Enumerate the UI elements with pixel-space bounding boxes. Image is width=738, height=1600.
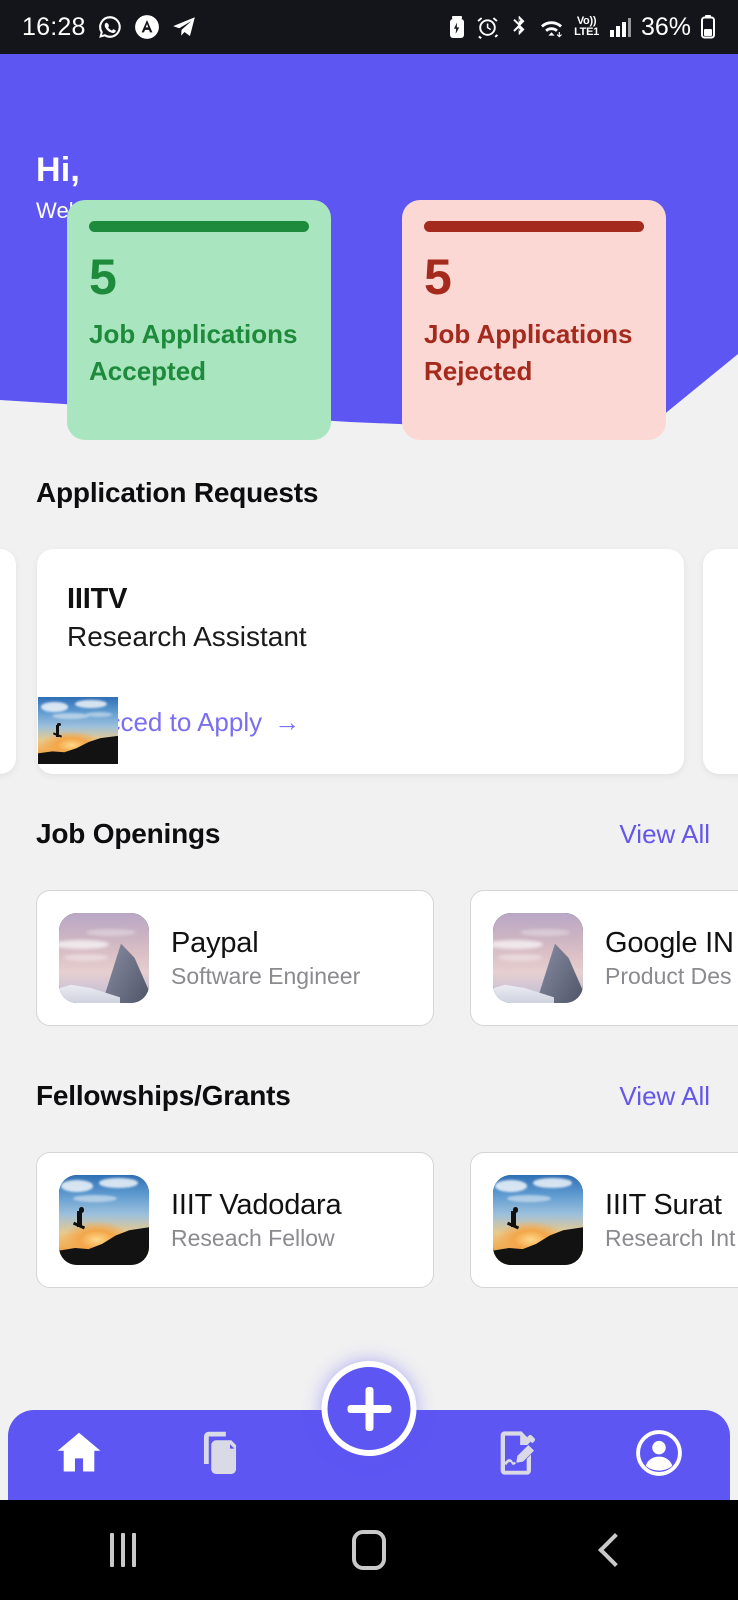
fellowship-tile[interactable]: IIIT Surat Research Int: [470, 1152, 738, 1288]
battery-saver-icon: [447, 15, 467, 39]
bottom-navigation: [0, 1361, 738, 1500]
application-requests-carousel[interactable]: IIITV Research Assistant Procced to Appl…: [0, 549, 738, 774]
nav-item-profile[interactable]: [588, 1410, 730, 1500]
signal-bars-icon: [608, 15, 632, 39]
status-bar-clock: 16:28: [22, 12, 86, 41]
job-opening-role: Software Engineer: [171, 962, 361, 989]
job-opening-tile[interactable]: Paypal Software Engineer: [36, 890, 434, 1026]
job-opening-thumbnail: [493, 913, 583, 1003]
request-role: Research Assistant: [67, 621, 307, 652]
request-organization: IIITV: [67, 583, 128, 615]
stat-accent-bar: [89, 221, 309, 232]
add-fab-button[interactable]: [321, 1361, 417, 1456]
job-opening-tile[interactable]: Google IN Product Des: [470, 890, 738, 1026]
nav-item-sign-document[interactable]: [447, 1410, 589, 1500]
fellowship-thumbnail: [59, 1175, 149, 1265]
nav-item-home[interactable]: [8, 1410, 150, 1500]
stat-count: 5: [89, 249, 117, 305]
job-openings-view-all[interactable]: View All: [619, 819, 710, 850]
section-title: Application Requests: [36, 477, 319, 508]
fellowship-role: Research Int: [605, 1224, 736, 1251]
telegram-icon: [171, 14, 197, 40]
fellowship-tile[interactable]: IIIT Vadodara Reseach Fellow: [36, 1152, 434, 1288]
wifi-icon: [538, 15, 565, 39]
stat-label: Job Applications Rejected: [424, 319, 633, 386]
status-bar-right: Vo)) LTE1 36%: [447, 13, 716, 42]
home-icon: [52, 1426, 106, 1485]
fellowship-text: IIIT Surat Research Int: [605, 1189, 735, 1252]
sign-document-icon: [492, 1427, 544, 1484]
android-back-button[interactable]: [555, 1500, 675, 1600]
bluetooth-icon: [508, 15, 529, 39]
status-bar: 16:28 Vo)) LTE1 36%: [0, 0, 738, 54]
back-chevron-icon: [598, 1533, 632, 1567]
battery-percent-label: 36%: [640, 12, 691, 41]
fellowships-header: Fellowships/Grants View All: [36, 1080, 710, 1112]
documents-icon: [195, 1428, 245, 1483]
job-opening-role: Product Des: [605, 962, 732, 989]
fellowship-institute: IIIT Surat: [605, 1188, 722, 1221]
application-request-card[interactable]: IIITV Research Assistant Procced to Appl…: [37, 549, 684, 774]
fellowship-thumbnail: [493, 1175, 583, 1265]
job-openings-header: Job Openings View All: [36, 818, 710, 850]
lte-label: LTE1: [574, 26, 599, 38]
section-title: Fellowships/Grants: [36, 1080, 291, 1111]
fellowship-role: Reseach Fellow: [171, 1224, 335, 1251]
stat-card-rejected[interactable]: 5 Job Applications Rejected: [402, 200, 666, 440]
job-openings-row: Paypal Software Engineer Google IN Produ…: [0, 890, 738, 1026]
android-home-button[interactable]: [309, 1500, 429, 1600]
carousel-peek-card-right[interactable]: [703, 549, 738, 774]
volte-indicator: Vo)) LTE1: [574, 16, 599, 38]
app-a-icon: [134, 14, 160, 40]
fellowship-institute: IIIT Vadodara: [171, 1188, 342, 1221]
job-opening-thumbnail: [59, 913, 149, 1003]
job-opening-text: Google IN Product Des: [605, 927, 734, 990]
greeting-title: Hi,: [36, 151, 81, 189]
status-bar-left: 16:28: [22, 13, 197, 42]
fellowships-row: IIIT Vadodara Reseach Fellow IIIT Surat …: [0, 1152, 738, 1288]
stat-accent-bar: [424, 221, 644, 232]
request-thumbnail: [38, 697, 118, 764]
stat-cards-row: 5 Job Applications Accepted 5 Job Applic…: [0, 200, 738, 440]
arrow-right-icon: →: [274, 707, 301, 737]
stat-label: Job Applications Accepted: [89, 319, 298, 386]
stat-card-accepted[interactable]: 5 Job Applications Accepted: [67, 200, 331, 440]
profile-icon: [632, 1426, 686, 1485]
plus-icon: [347, 1387, 391, 1431]
home-square-icon: [352, 1530, 386, 1570]
fellowship-text: IIIT Vadodara Reseach Fellow: [171, 1188, 342, 1252]
job-opening-company: Paypal: [171, 926, 259, 959]
application-requests-header: Application Requests: [36, 477, 318, 509]
recents-icon: [110, 1533, 136, 1567]
stat-count: 5: [424, 249, 452, 305]
section-title: Job Openings: [36, 818, 221, 849]
nav-item-documents[interactable]: [150, 1410, 292, 1500]
battery-icon: [700, 15, 716, 39]
android-navigation-bar: [0, 1500, 738, 1600]
job-openings-section: Job Openings View All Paypal Software En…: [0, 818, 738, 1028]
whatsapp-icon: [97, 14, 123, 40]
fellowships-view-all[interactable]: View All: [619, 1081, 710, 1112]
fellowships-section: Fellowships/Grants View All IIIT Vadodar…: [0, 1080, 738, 1290]
alarm-icon: [476, 16, 499, 39]
job-opening-company: Google IN: [605, 926, 734, 959]
job-opening-text: Paypal Software Engineer: [171, 927, 360, 990]
android-recents-button[interactable]: [63, 1500, 183, 1600]
carousel-peek-card-left[interactable]: [0, 549, 16, 774]
